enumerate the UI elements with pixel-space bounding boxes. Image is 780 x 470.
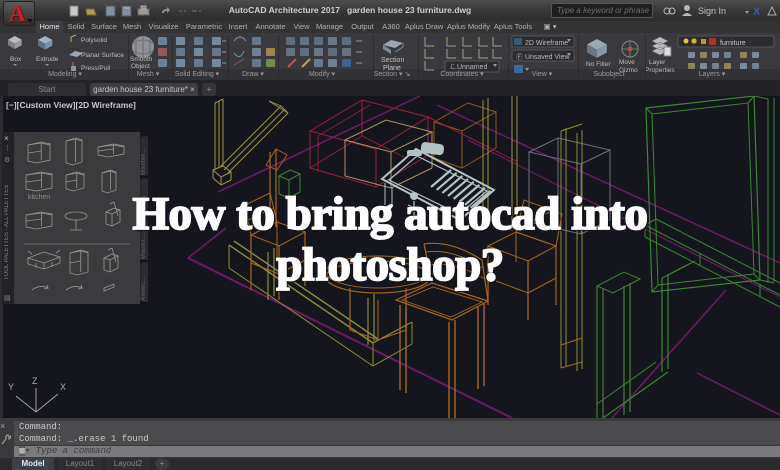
svg-text:Y: Y [8,382,14,392]
svg-text:Layer: Layer [649,59,666,66]
svg-text:Z: Z [32,376,38,386]
svg-text:Ⓕ Unsaved View: Ⓕ Unsaved View [516,53,571,61]
svg-text:Section: Section [381,57,404,64]
svg-text:X: X [60,382,66,392]
svg-text:Move: Move [619,59,635,66]
svg-text:Extrude: Extrude [36,56,59,63]
svg-text:Box: Box [10,56,22,63]
svg-text:No Filter: No Filter [586,61,611,68]
svg-text:Properties: Properties [645,67,675,74]
svg-text:X: X [753,6,761,18]
svg-text:furniture: furniture [720,40,746,47]
svg-text:Planar Surface: Planar Surface [81,52,124,59]
svg-text:2D Wireframe: 2D Wireframe [525,40,568,47]
svg-text:Smooth: Smooth [130,56,153,63]
svg-text:Sign In: Sign In [698,6,726,16]
svg-text:Polysolid: Polysolid [81,37,107,44]
